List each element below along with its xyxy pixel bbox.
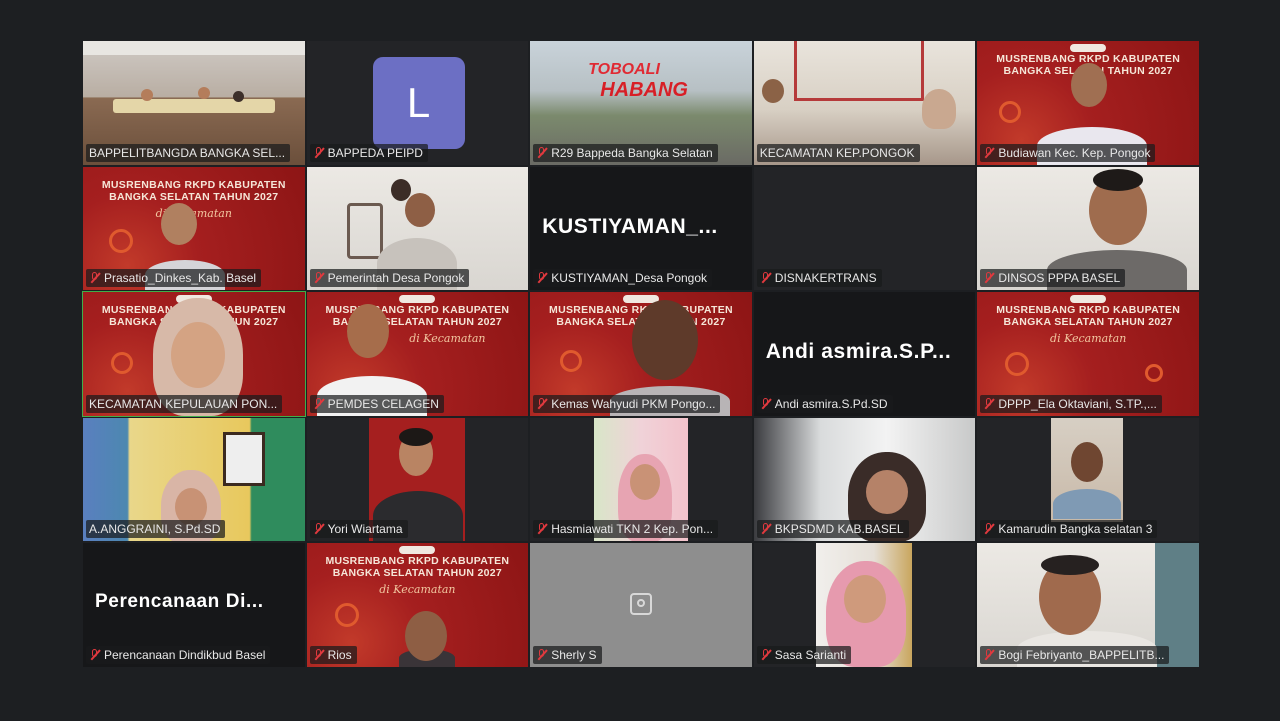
participant-name: BAPPEDA PEIPD [309,143,428,162]
participant-name: A.ANGGRAINI, S.Pd.SD [86,520,226,539]
mic-muted-icon [760,397,772,411]
mic-muted-icon [313,522,325,536]
mic-muted-icon [536,397,548,411]
participant-name: Pemerintah Desa Pongok [309,269,470,288]
mic-muted-icon [313,648,325,662]
mic-muted-icon [313,271,325,285]
participant-display-name: Perencanaan Di... [95,591,264,613]
participant-name: PEMDES CELAGEN [309,394,444,413]
mic-muted-icon [89,648,101,662]
participant-tile[interactable]: MUSRENBANG RKPD KABUPATENBANGKA SELATAN … [82,165,306,292]
participant-tile[interactable]: KECAMATAN KEP.PONGOK [752,40,977,166]
participant-name: Rios [309,645,357,664]
participant-tile[interactable]: Bogi Febriyanto_BAPPELITB... [976,542,1200,668]
mic-muted-icon [983,397,995,411]
avatar: L [372,57,465,149]
participant-tile[interactable]: Perencanaan Di... Perencanaan Dindikbud … [82,542,306,668]
participant-name: DPPP_Ela Oktaviani, S.TP.,... [980,394,1162,413]
participant-tile[interactable]: DISNAKERTRANS [752,165,977,292]
participant-tile[interactable]: Sasa Sarianti [752,542,977,668]
participant-tile[interactable]: Kamarudin Bangka selatan 3 [976,416,1200,543]
participant-tile[interactable]: MUSRENBANG RKPD KABUPATENBANGKA SELATAN … [976,291,1200,417]
participant-tile[interactable]: MUSRENBANG RKPD KABUPATENBANGKA SELATAN … [529,291,753,417]
mic-muted-icon [536,522,548,536]
participant-name: Sherly S [533,645,602,664]
mic-muted-icon [536,271,548,285]
mic-muted-icon [89,271,101,285]
participant-tile[interactable]: TOBOALI HABANG R29 Bappeda Bangka Selata… [529,40,753,166]
mic-muted-icon [536,648,548,662]
town-sign-text: TOBOALI [588,61,660,78]
participant-name: KUSTIYAMAN_Desa Pongok [533,269,713,288]
participant-tile[interactable]: Pemerintah Desa Pongok [305,165,530,292]
participant-tile[interactable]: MUSRENBANG RKPD KABUPATENBANGKA SELATAN … [976,40,1200,166]
participant-name: Yori Wiartama [309,520,408,539]
participant-tile[interactable]: A.ANGGRAINI, S.Pd.SD [82,416,306,543]
participant-name: Kamarudin Bangka selatan 3 [980,520,1158,539]
participant-display-name: KUSTIYAMAN_... [542,214,718,238]
participant-tile[interactable]: DINSOS PPPA BASEL [976,165,1200,292]
participant-tile[interactable]: BAPPELITBANGDA BANGKA SEL... [82,40,306,166]
participant-name: Hasmiawati TKN 2 Kep. Pon... [533,520,719,539]
camera-off-icon [629,593,652,616]
participant-tile[interactable]: L BAPPEDA PEIPD [305,40,530,166]
town-sign-text: HABANG [600,79,688,101]
mic-muted-icon [760,522,772,536]
participant-name: BKPSDMD KAB.BASEL [756,520,909,539]
mic-muted-icon [983,271,995,285]
participant-tile[interactable]: BKPSDMD KAB.BASEL [752,416,977,543]
participant-tile[interactable]: MUSRENBANG RKPD KABUPATENBANGKA SELATAN … [305,542,530,668]
participant-tile[interactable]: Sherly S [529,542,753,668]
participant-name: Bogi Febriyanto_BAPPELITB... [980,645,1170,664]
mic-muted-icon [983,146,995,160]
mic-muted-icon [983,522,995,536]
mic-muted-icon [313,397,325,411]
participant-name: DINSOS PPPA BASEL [980,269,1126,288]
participant-name: DISNAKERTRANS [756,269,882,288]
participant-name: BAPPELITBANGDA BANGKA SEL... [86,143,291,162]
mic-muted-icon [760,271,772,285]
participant-name: Kemas Wahyudi PKM Pongo... [533,394,721,413]
participant-name: Budiawan Kec. Kep. Pongok [980,143,1156,162]
participant-tile[interactable]: KUSTIYAMAN_... KUSTIYAMAN_Desa Pongok [529,165,753,292]
participant-name: Prasatio_Dinkes_Kab. Basel [86,269,262,288]
participant-name: Sasa Sarianti [756,645,852,664]
participant-tile-active-speaker[interactable]: MUSRENBANG RKPD KABUPATENBANGKA SELATAN … [82,291,306,417]
participant-tile[interactable]: Hasmiawati TKN 2 Kep. Pon... [529,416,753,543]
participant-tile[interactable]: MUSRENBANG RKPD KABUPATENBANGKA SELATAN … [305,291,530,417]
mic-muted-icon [536,146,548,160]
participant-tile[interactable]: Yori Wiartama [305,416,530,543]
participant-name: Perencanaan Dindikbud Basel [86,645,271,664]
participant-display-name: Andi asmira.S.P... [765,340,952,364]
mic-muted-icon [983,648,995,662]
participant-name: Andi asmira.S.Pd.SD [756,394,893,413]
participant-name: KECAMATAN KEP.PONGOK [756,143,920,162]
participant-name: R29 Bappeda Bangka Selatan [533,143,718,162]
video-grid: BAPPELITBANGDA BANGKA SEL... L BAPPEDA P… [82,40,1200,668]
participant-name: KECAMATAN KEPULAUAN PON... [86,394,283,413]
mic-muted-icon [760,648,772,662]
mic-muted-icon [313,146,325,160]
participant-tile[interactable]: Andi asmira.S.P... Andi asmira.S.Pd.SD [752,291,977,417]
